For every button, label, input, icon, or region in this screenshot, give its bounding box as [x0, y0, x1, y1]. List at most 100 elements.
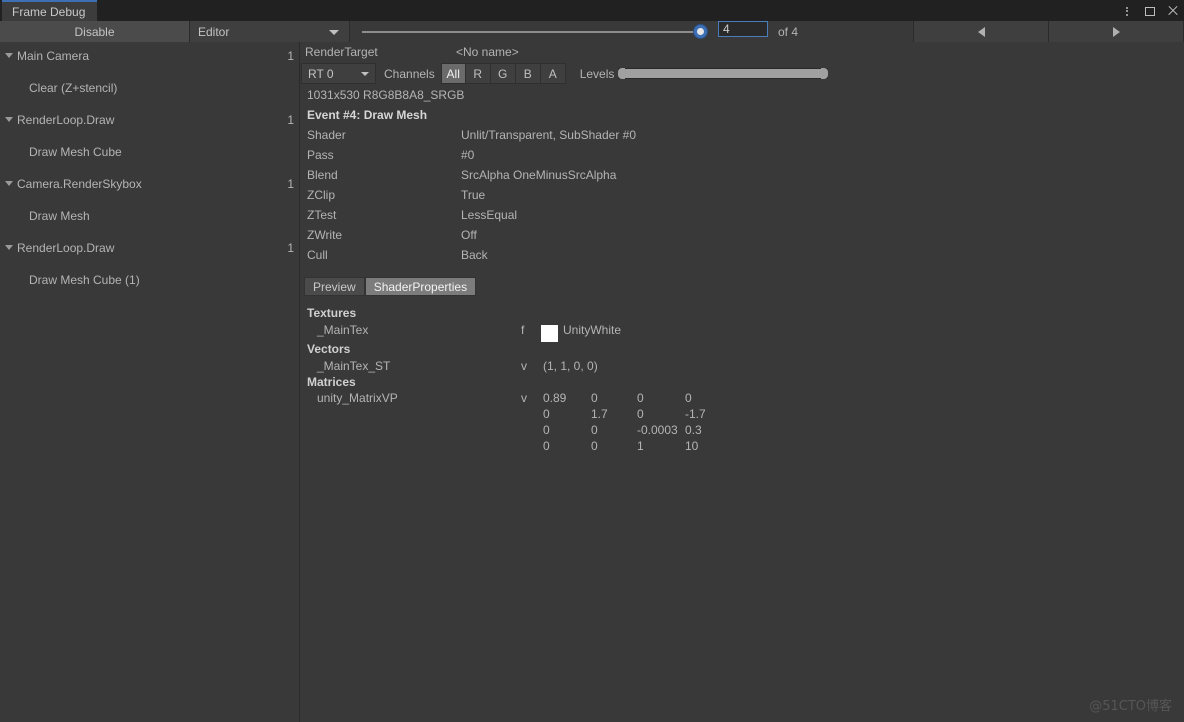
event-property-row: ZTest LessEqual [301, 205, 1184, 225]
tab-frame-debug-label: Frame Debug [12, 4, 86, 19]
maximize-icon[interactable] [1143, 4, 1157, 18]
render-target-name: <No name> [456, 45, 519, 59]
event-property-row: Pass #0 [301, 145, 1184, 165]
tree-row[interactable]: Camera.RenderSkybox 1 [0, 176, 299, 192]
target-dropdown[interactable]: Editor [190, 21, 350, 42]
foldout-triangle-icon[interactable] [5, 53, 13, 58]
tree-row-count: 1 [287, 177, 294, 191]
disable-button[interactable]: Disable [0, 21, 190, 42]
tree-row-label: Main Camera [17, 49, 90, 63]
window-titlebar: Frame Debug [0, 0, 1184, 21]
channels-label: Channels [384, 66, 435, 81]
channel-button-b[interactable]: B [515, 63, 541, 84]
tree-row[interactable]: Draw Mesh Cube [0, 144, 299, 160]
tree-row-label: Draw Mesh Cube [29, 145, 122, 159]
event-property-value: Back [461, 248, 488, 262]
tree-row-count: 1 [287, 113, 294, 127]
render-target-info: 1031x530 R8G8B8A8_SRGB [307, 88, 465, 102]
triangle-right-icon [1112, 26, 1120, 37]
foldout-triangle-icon[interactable] [5, 245, 13, 250]
event-property-value: SrcAlpha OneMinusSrcAlpha [461, 168, 617, 182]
render-target-header: RenderTarget <No name> [301, 42, 1184, 62]
event-property-key: Shader [307, 128, 346, 142]
tree-row-label: RenderLoop.Draw [17, 113, 115, 127]
frame-debugger-toolbar: Disable Editor 4 of 4 [0, 21, 1184, 42]
rt-index-dropdown[interactable]: RT 0 [301, 63, 376, 84]
kebab-menu-icon[interactable] [1120, 4, 1134, 18]
tree-row[interactable]: Draw Mesh [0, 208, 299, 224]
tree-row[interactable]: RenderLoop.Draw 1 [0, 240, 299, 256]
event-property-row: Cull Back [301, 245, 1184, 265]
target-dropdown-label: Editor [198, 24, 230, 39]
levels-min-handle[interactable] [618, 68, 626, 79]
rt-index-label: RT 0 [308, 66, 334, 81]
event-property-key: Cull [307, 248, 328, 262]
tree-row[interactable]: RenderLoop.Draw 1 [0, 112, 299, 128]
chevron-down-icon [361, 72, 369, 76]
tab-frame-debug[interactable]: Frame Debug [2, 0, 98, 21]
tree-row-label: Camera.RenderSkybox [17, 177, 142, 191]
event-tree-list: Main Camera 1 Clear (Z+stencil) RenderLoop.… [0, 44, 299, 287]
event-property-key: Blend [307, 168, 338, 182]
watermark: @51CTO博客 [1089, 699, 1172, 714]
foldout-triangle-icon[interactable] [5, 181, 13, 186]
event-index-value: 4 [723, 22, 730, 36]
channel-button-all[interactable]: All [440, 63, 466, 84]
event-total-label: of 4 [778, 24, 799, 39]
tree-row-count: 1 [287, 241, 294, 255]
channel-button-r[interactable]: R [465, 63, 491, 84]
prev-event-button[interactable] [914, 21, 1049, 42]
levels-slider-fill [624, 69, 823, 78]
tree-row[interactable]: Clear (Z+stencil) [0, 80, 299, 96]
event-slider[interactable] [350, 21, 712, 42]
tree-row-label: Draw Mesh [29, 209, 90, 223]
foldout-triangle-icon[interactable] [5, 117, 13, 122]
event-property-row: Shader Unlit/Transparent, SubShader #0 [301, 125, 1184, 145]
event-property-list: Shader Unlit/Transparent, SubShader #0 Pas… [301, 125, 1184, 265]
next-event-button[interactable] [1049, 21, 1184, 42]
event-tree-panel[interactable]: Main Camera 1 Clear (Z+stencil) RenderLoop.… [0, 42, 300, 722]
tree-row-label: Clear (Z+stencil) [29, 81, 118, 95]
levels-label: Levels [579, 66, 615, 81]
channel-button-a[interactable]: A [540, 63, 566, 84]
event-slider-track [362, 31, 700, 33]
disable-button-label: Disable [74, 24, 115, 39]
close-icon[interactable] [1166, 4, 1180, 18]
window-controls [1120, 0, 1180, 21]
tab-preview[interactable]: Preview [304, 277, 365, 296]
channel-button-g[interactable]: G [490, 63, 516, 84]
event-property-row: Blend SrcAlpha OneMinusSrcAlpha [301, 165, 1184, 185]
tree-row[interactable]: Draw Mesh Cube (1) [0, 272, 299, 288]
render-target-toolbar: RT 0 Channels All R G B A Levels [301, 63, 1184, 84]
event-property-row: ZClip True [301, 185, 1184, 205]
tab-preview-label: Preview [313, 279, 356, 294]
event-property-value: LessEqual [461, 208, 518, 222]
levels-range-slider[interactable] [618, 63, 829, 84]
event-property-value: Unlit/Transparent, SubShader #0 [461, 128, 636, 142]
event-property-key: ZClip [307, 188, 336, 202]
render-target-label: RenderTarget [305, 45, 378, 59]
event-property-key: Pass [307, 148, 334, 162]
event-title: Event #4: Draw Mesh [307, 108, 428, 122]
frame-debugger-window: Frame Debug Disable Editor 4 of 4 Main C… [0, 0, 1184, 722]
toolbar-spacer [798, 21, 914, 42]
event-index-input[interactable]: 4 [718, 21, 768, 37]
preview-tab-bar: Preview ShaderProperties [304, 277, 477, 296]
tab-shader-properties-label: ShaderProperties [373, 279, 468, 294]
chevron-down-icon [329, 30, 339, 35]
event-detail-panel: RenderTarget <No name> RT 0 Channels All… [301, 42, 1184, 722]
tree-row-count: 1 [287, 49, 294, 63]
triangle-left-icon [977, 26, 985, 37]
event-property-key: ZTest [307, 208, 337, 222]
tab-shader-properties[interactable]: ShaderProperties [364, 277, 477, 296]
tree-row-label: RenderLoop.Draw [17, 241, 115, 255]
tree-row[interactable]: Main Camera 1 [0, 48, 299, 64]
event-slider-handle[interactable] [693, 24, 708, 39]
event-property-key: ZWrite [307, 228, 343, 242]
event-property-value: Off [461, 228, 477, 242]
tree-row-label: Draw Mesh Cube (1) [29, 273, 140, 287]
channel-button-group: All R G B A [440, 63, 566, 84]
event-property-row: ZWrite Off [301, 225, 1184, 245]
event-property-value: True [461, 188, 486, 202]
event-property-value: #0 [461, 148, 475, 162]
